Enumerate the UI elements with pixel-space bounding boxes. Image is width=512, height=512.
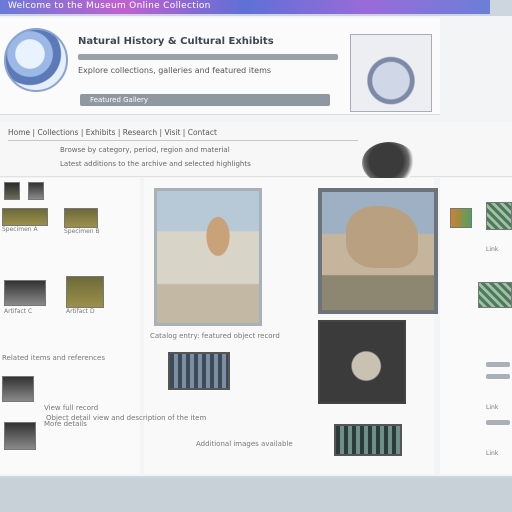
badge-icon	[350, 34, 432, 112]
featured-photo-3[interactable]	[318, 320, 406, 404]
title-bar-label: Welcome to the Museum Online Collection	[8, 1, 211, 11]
left-thumb-3[interactable]	[2, 208, 48, 226]
site-title: Natural History & Cultural Exhibits	[78, 36, 274, 47]
left-caption-2: Specimen B	[64, 228, 100, 235]
logo-disc-icon[interactable]	[4, 28, 68, 92]
left-thumb-6[interactable]	[66, 276, 104, 308]
nav-links[interactable]: Home | Collections | Exhibits | Research…	[8, 128, 217, 137]
right-row-2[interactable]	[486, 374, 510, 379]
header-tagline: Featured Gallery	[90, 96, 149, 104]
right-thumb-3[interactable]	[478, 282, 512, 308]
window-footer	[0, 478, 512, 512]
left-list-1[interactable]: Related items and references	[2, 354, 105, 362]
photo-1-subject	[198, 214, 238, 270]
right-link-3[interactable]: Link	[486, 450, 498, 457]
left-thumb-4[interactable]	[64, 208, 98, 228]
left-thumb-1[interactable]	[4, 182, 20, 200]
title-bar: Welcome to the Museum Online Collection	[0, 0, 490, 14]
left-thumb-5[interactable]	[4, 280, 46, 306]
center-caption-2: Object detail view and description of th…	[46, 414, 207, 422]
photo-2-subject	[346, 206, 418, 268]
right-row-1[interactable]	[486, 362, 510, 367]
center-thumbnail-1[interactable]	[168, 352, 230, 390]
right-thumb-1[interactable]	[450, 208, 472, 228]
left-list-2[interactable]: View full record	[44, 404, 98, 412]
left-caption-1: Specimen A	[2, 226, 38, 233]
left-caption-4: Artifact D	[66, 308, 95, 315]
left-thumb-8[interactable]	[4, 422, 36, 450]
site-subtitle: Explore collections, galleries and featu…	[78, 66, 272, 75]
center-caption-1: Catalog entry: featured object record	[150, 332, 280, 340]
header-rule-1	[78, 54, 338, 60]
left-caption-3: Artifact C	[4, 308, 33, 315]
right-link-2[interactable]: Link	[486, 404, 498, 411]
left-thumb-2[interactable]	[28, 182, 44, 200]
nav-line-3: Latest additions to the archive and sele…	[60, 160, 251, 168]
nav-line-2: Browse by category, period, region and m…	[60, 146, 230, 154]
right-row-3[interactable]	[486, 420, 510, 425]
center-thumbnail-2[interactable]	[334, 424, 402, 456]
center-caption-3: Additional images available	[196, 440, 293, 448]
right-link-1[interactable]: Link	[486, 246, 498, 253]
left-thumb-7[interactable]	[2, 376, 34, 402]
nav-divider	[8, 140, 358, 141]
right-thumb-2[interactable]	[486, 202, 512, 230]
